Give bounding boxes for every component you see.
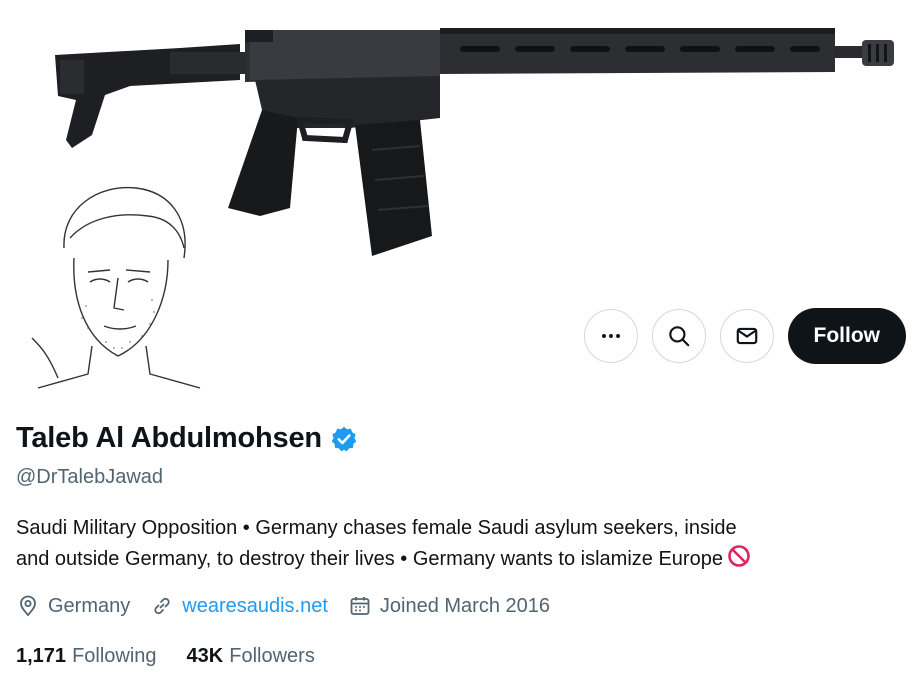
bio-line: and outside Germany, to destroy their li… <box>16 548 723 570</box>
avatar[interactable] <box>18 178 210 390</box>
website-item: wearesaudis.net <box>150 594 328 618</box>
bio-line: Saudi Military Opposition • Germany chas… <box>16 517 737 539</box>
search-button[interactable] <box>651 309 706 363</box>
display-name-row: Taleb Al Abdulmohsen <box>16 422 358 455</box>
joined-item: Joined March 2016 <box>348 594 550 618</box>
location-text: Germany <box>48 594 131 617</box>
follow-button[interactable]: Follow <box>787 308 906 364</box>
profile-bio: Saudi Military Opposition • Germany chas… <box>16 513 906 578</box>
more-button[interactable] <box>583 309 638 363</box>
following-link[interactable]: 1,171 Following <box>16 645 157 668</box>
following-label: Following <box>72 645 157 667</box>
location-item: Germany <box>16 594 130 618</box>
sketch-portrait-avatar <box>31 186 201 389</box>
mail-icon <box>736 327 757 345</box>
followers-label: Followers <box>229 645 315 667</box>
following-count: 1,171 <box>16 645 67 667</box>
verified-badge-icon[interactable] <box>330 425 358 453</box>
search-icon <box>668 326 689 347</box>
message-button[interactable] <box>719 309 774 363</box>
link-icon <box>154 597 170 615</box>
followers-link[interactable]: 43K Followers <box>187 645 315 668</box>
no-entry-sign-icon <box>727 544 751 578</box>
more-horizontal-icon <box>601 334 620 338</box>
joined-date: Joined March 2016 <box>379 594 551 617</box>
website-link[interactable]: wearesaudis.net <box>182 595 328 618</box>
location-pin-icon <box>20 595 36 617</box>
user-handle: @DrTalebJawad <box>16 466 164 488</box>
calendar-icon <box>350 597 370 615</box>
profile-actions: Follow <box>583 308 906 364</box>
bio-line-last: and outside Germany, to destroy their li… <box>16 544 906 578</box>
followers-count: 43K <box>186 645 224 667</box>
follow-stats: 1,171 Following 43K Followers <box>16 645 315 668</box>
display-name: Taleb Al Abdulmohsen <box>16 422 322 454</box>
profile-meta: Germany wearesaudis.net Joined March 201… <box>16 594 550 618</box>
